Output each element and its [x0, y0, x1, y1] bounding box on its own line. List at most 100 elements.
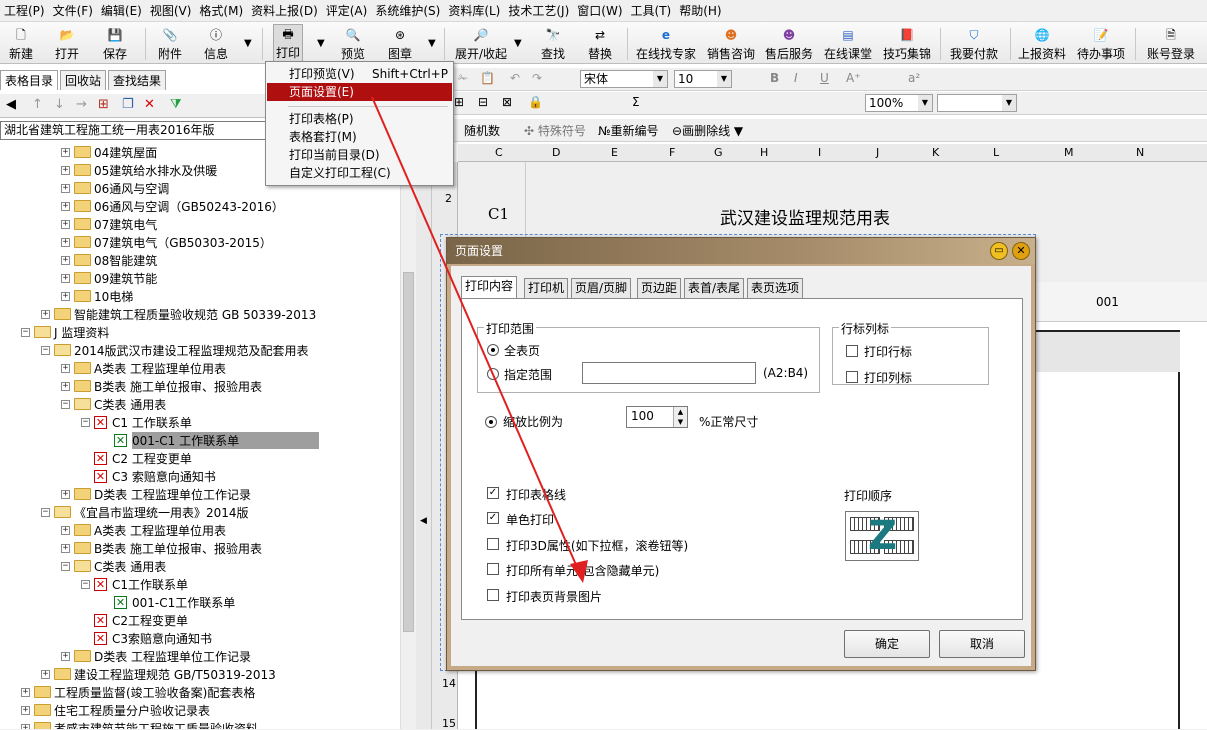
expert-button[interactable]: e 在线找专家: [635, 24, 697, 62]
col-header[interactable]: L: [993, 146, 999, 159]
menu-help[interactable]: 帮助(H): [675, 0, 725, 22]
tree-item[interactable]: + 孝感市建筑节能工程施工质量验收资料: [21, 719, 258, 729]
tab-margins[interactable]: 页边距: [637, 278, 682, 298]
checkbox-gridlines[interactable]: ✓: [487, 487, 499, 499]
menu-item-custom-print[interactable]: 自定义打印工程(C): [267, 164, 452, 182]
expand-plus-icon[interactable]: +: [21, 687, 30, 697]
menu-tools[interactable]: 工具(T): [627, 0, 676, 22]
col-header[interactable]: I: [818, 146, 821, 159]
scroll-thumb[interactable]: [403, 272, 414, 632]
radio-range[interactable]: [487, 368, 499, 380]
pay-button[interactable]: ⛉ 我要付款: [949, 24, 999, 62]
strikethrough-button[interactable]: ⊖画删除线 ▼: [672, 122, 743, 139]
chevron-down-icon[interactable]: ▼: [717, 71, 731, 87]
expand-plus-icon[interactable]: +: [61, 147, 70, 157]
tree-item[interactable]: + 住宅工程质量分户验收记录表: [21, 701, 210, 719]
formula-icon[interactable]: Σ: [632, 95, 640, 109]
line-style-select[interactable]: ▼: [937, 94, 1017, 112]
checkbox-all-cells[interactable]: [487, 563, 499, 575]
range-input[interactable]: [582, 362, 756, 384]
replace-button[interactable]: ⇄ 替换: [585, 24, 615, 62]
bold-icon[interactable]: B: [770, 71, 779, 85]
info-button[interactable]: ⓘ 信息: [201, 24, 231, 62]
checkbox-scale[interactable]: [485, 416, 497, 428]
row-number[interactable]: 15: [442, 717, 456, 730]
collapse-minus-icon[interactable]: −: [81, 579, 90, 589]
tree-item[interactable]: − ✕ C1工作联系单: [81, 575, 188, 593]
chevron-down-icon[interactable]: ▼: [1002, 95, 1016, 111]
ok-button[interactable]: 确定: [844, 630, 930, 658]
tips-button[interactable]: 📕 技巧集锦: [882, 24, 932, 62]
col-header[interactable]: H: [760, 146, 768, 159]
tree-item[interactable]: + 建设工程监理规范 GB/T50319-2013: [41, 665, 276, 683]
col-header[interactable]: D: [552, 146, 560, 159]
font-size-select[interactable]: 10 ▼: [674, 70, 732, 88]
tab-header-footer[interactable]: 页眉/页脚: [571, 278, 632, 298]
tree-item[interactable]: + 工程质量监督(竣工验收备案)配套表格: [21, 683, 255, 701]
menu-window[interactable]: 窗口(W): [573, 0, 626, 22]
tab-recycle-bin[interactable]: 回收站: [60, 70, 107, 90]
insert-col-icon[interactable]: ⊟: [478, 95, 488, 109]
paste-icon[interactable]: 📋: [480, 71, 495, 85]
expand-plus-icon[interactable]: +: [61, 219, 70, 229]
scissors-icon[interactable]: ✁: [458, 71, 468, 85]
checkbox-mono[interactable]: ✓: [487, 512, 499, 524]
tab-search-results[interactable]: 查找结果: [108, 70, 167, 90]
tree-item[interactable]: +09建筑节能: [61, 269, 157, 287]
menu-edit[interactable]: 编辑(E): [97, 0, 146, 22]
tree-item[interactable]: + D类表 工程监理单位工作记录: [61, 647, 251, 665]
tree-item[interactable]: + B类表 施工单位报审、报验用表: [61, 377, 262, 395]
expand-plus-icon[interactable]: +: [61, 291, 70, 301]
expand-plus-icon[interactable]: +: [61, 381, 70, 391]
sales-button[interactable]: ☻ 销售咨询: [706, 24, 756, 62]
tree-item[interactable]: + A类表 工程监理单位用表: [61, 521, 226, 539]
tree-item-selected[interactable]: ✕ 001-C1 工作联系单: [114, 431, 320, 449]
menu-file[interactable]: 文件(F): [49, 0, 97, 22]
menu-evaluate[interactable]: 评定(A): [322, 0, 372, 22]
radio-all-pages[interactable]: [487, 344, 499, 356]
expand-collapse-button[interactable]: 🔎 展开/收起: [452, 24, 510, 62]
filter-icon[interactable]: ⧩: [170, 97, 182, 112]
tree-item[interactable]: − C类表 通用表: [61, 557, 166, 575]
tree-item[interactable]: + 智能建筑工程质量验收规范 GB 50339-2013: [41, 305, 316, 323]
classroom-button[interactable]: ▤ 在线课堂: [823, 24, 873, 62]
zoom-select[interactable]: 100% ▼: [865, 94, 933, 112]
superscript-icon[interactable]: a²: [908, 71, 920, 85]
checkbox-print-row[interactable]: [846, 345, 858, 357]
delete-icon[interactable]: ✕: [144, 97, 155, 112]
menu-format[interactable]: 格式(M): [195, 0, 247, 22]
tree-item[interactable]: ✕ C2 工程变更单: [94, 449, 192, 467]
tree-item[interactable]: − ✕ C1 工作联系单: [81, 413, 192, 431]
preview-button[interactable]: 🔍 预览: [338, 24, 368, 62]
save-button[interactable]: 💾 保存: [100, 24, 130, 62]
menu-library[interactable]: 资料库(L): [444, 0, 504, 22]
insert-row-icon[interactable]: ⊞: [454, 95, 464, 109]
tab-printer[interactable]: 打印机: [524, 278, 569, 298]
tree-item[interactable]: ✕ C3索赔意向通知书: [94, 629, 212, 647]
chevron-down-icon[interactable]: ▼: [918, 95, 932, 111]
menu-report[interactable]: 资料上报(D): [247, 0, 322, 22]
copy-icon[interactable]: ❐: [122, 97, 134, 112]
renumber-button[interactable]: №重新编号: [598, 122, 659, 139]
tree-item[interactable]: + A类表 工程监理单位用表: [61, 359, 226, 377]
after-sales-button[interactable]: ☻ 售后服务: [764, 24, 814, 62]
tree-item[interactable]: +06通风与空调: [61, 179, 169, 197]
collapse-minus-icon[interactable]: −: [41, 345, 50, 355]
expand-plus-icon[interactable]: +: [61, 363, 70, 373]
tree-item[interactable]: ✕ 001-C1工作联系单: [114, 593, 235, 611]
random-number-button[interactable]: 随机数: [464, 122, 500, 139]
col-header[interactable]: F: [669, 146, 675, 159]
col-header[interactable]: K: [932, 146, 939, 159]
print-order-z-icon[interactable]: Z: [845, 511, 919, 561]
tree-item[interactable]: − J 监理资料: [21, 323, 109, 341]
attach-button[interactable]: 📎 附件: [155, 24, 185, 62]
stamp-dropdown-icon[interactable]: ▼: [428, 38, 436, 49]
open-button[interactable]: 📂 打开: [52, 24, 82, 62]
menu-item-overprint[interactable]: 表格套打(M): [267, 128, 452, 146]
tree-item[interactable]: +04建筑屋面: [61, 143, 157, 161]
expand-plus-icon[interactable]: +: [61, 183, 70, 193]
tree-item[interactable]: +07建筑电气（GB50303-2015）: [61, 233, 272, 251]
expand-plus-icon[interactable]: +: [61, 237, 70, 247]
col-header[interactable]: N: [1136, 146, 1144, 159]
tree-item[interactable]: +10电梯: [61, 287, 133, 305]
